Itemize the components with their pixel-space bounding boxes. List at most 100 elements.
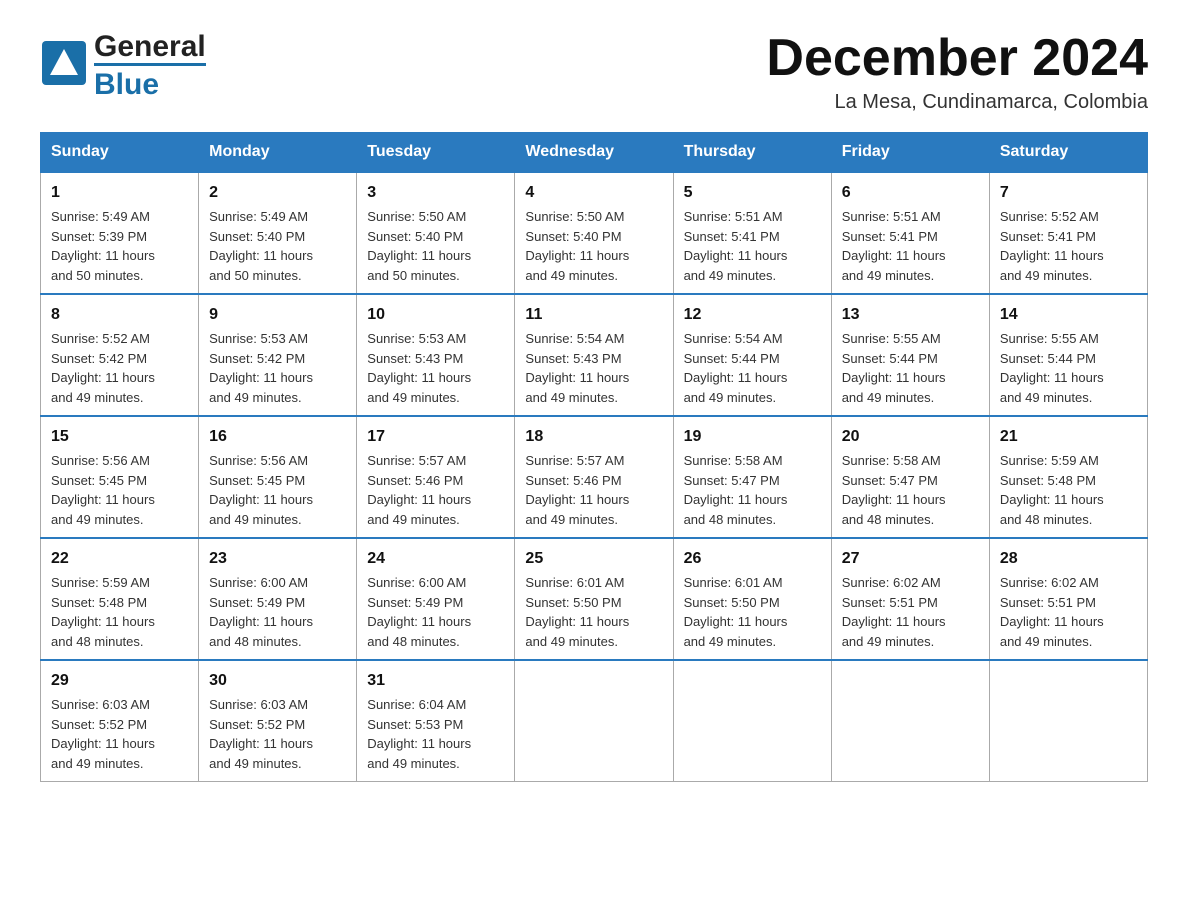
calendar-cell: 11Sunrise: 5:54 AM Sunset: 5:43 PM Dayli…: [515, 294, 673, 416]
calendar-cell: 26Sunrise: 6:01 AM Sunset: 5:50 PM Dayli…: [673, 538, 831, 660]
day-number: 27: [842, 547, 979, 571]
day-number: 17: [367, 425, 504, 449]
day-number: 23: [209, 547, 346, 571]
calendar-cell: 20Sunrise: 5:58 AM Sunset: 5:47 PM Dayli…: [831, 416, 989, 538]
weekday-header-row: SundayMondayTuesdayWednesdayThursdayFrid…: [41, 133, 1148, 173]
day-info: Sunrise: 5:57 AM Sunset: 5:46 PM Dayligh…: [525, 451, 662, 529]
day-number: 5: [684, 181, 821, 205]
calendar-cell: 1Sunrise: 5:49 AM Sunset: 5:39 PM Daylig…: [41, 172, 199, 294]
calendar-week-row: 29Sunrise: 6:03 AM Sunset: 5:52 PM Dayli…: [41, 660, 1148, 782]
calendar-cell: 9Sunrise: 5:53 AM Sunset: 5:42 PM Daylig…: [199, 294, 357, 416]
day-number: 25: [525, 547, 662, 571]
calendar-cell: 5Sunrise: 5:51 AM Sunset: 5:41 PM Daylig…: [673, 172, 831, 294]
day-number: 12: [684, 303, 821, 327]
calendar-cell: 6Sunrise: 5:51 AM Sunset: 5:41 PM Daylig…: [831, 172, 989, 294]
month-title: December 2024: [766, 30, 1148, 87]
day-info: Sunrise: 5:56 AM Sunset: 5:45 PM Dayligh…: [209, 451, 346, 529]
calendar-cell: 31Sunrise: 6:04 AM Sunset: 5:53 PM Dayli…: [357, 660, 515, 782]
day-number: 7: [1000, 181, 1137, 205]
day-number: 24: [367, 547, 504, 571]
day-number: 28: [1000, 547, 1137, 571]
calendar-cell: [989, 660, 1147, 782]
weekday-header-wednesday: Wednesday: [515, 133, 673, 173]
day-info: Sunrise: 5:54 AM Sunset: 5:43 PM Dayligh…: [525, 329, 662, 407]
day-number: 15: [51, 425, 188, 449]
day-info: Sunrise: 5:58 AM Sunset: 5:47 PM Dayligh…: [684, 451, 821, 529]
day-number: 20: [842, 425, 979, 449]
calendar-cell: [673, 660, 831, 782]
calendar-cell: 2Sunrise: 5:49 AM Sunset: 5:40 PM Daylig…: [199, 172, 357, 294]
weekday-header-saturday: Saturday: [989, 133, 1147, 173]
weekday-header-monday: Monday: [199, 133, 357, 173]
day-number: 4: [525, 181, 662, 205]
day-info: Sunrise: 6:02 AM Sunset: 5:51 PM Dayligh…: [1000, 573, 1137, 651]
day-info: Sunrise: 5:49 AM Sunset: 5:39 PM Dayligh…: [51, 207, 188, 285]
day-info: Sunrise: 5:50 AM Sunset: 5:40 PM Dayligh…: [525, 207, 662, 285]
calendar-cell: 13Sunrise: 5:55 AM Sunset: 5:44 PM Dayli…: [831, 294, 989, 416]
day-info: Sunrise: 5:59 AM Sunset: 5:48 PM Dayligh…: [1000, 451, 1137, 529]
day-info: Sunrise: 5:57 AM Sunset: 5:46 PM Dayligh…: [367, 451, 504, 529]
calendar-cell: 10Sunrise: 5:53 AM Sunset: 5:43 PM Dayli…: [357, 294, 515, 416]
calendar-cell: [831, 660, 989, 782]
calendar-cell: [515, 660, 673, 782]
day-number: 11: [525, 303, 662, 327]
calendar-cell: 4Sunrise: 5:50 AM Sunset: 5:40 PM Daylig…: [515, 172, 673, 294]
day-info: Sunrise: 5:55 AM Sunset: 5:44 PM Dayligh…: [842, 329, 979, 407]
location-title: La Mesa, Cundinamarca, Colombia: [766, 91, 1148, 114]
calendar-cell: 14Sunrise: 5:55 AM Sunset: 5:44 PM Dayli…: [989, 294, 1147, 416]
day-number: 3: [367, 181, 504, 205]
day-number: 19: [684, 425, 821, 449]
calendar-table: SundayMondayTuesdayWednesdayThursdayFrid…: [40, 132, 1148, 782]
calendar-cell: 29Sunrise: 6:03 AM Sunset: 5:52 PM Dayli…: [41, 660, 199, 782]
title-section: December 2024 La Mesa, Cundinamarca, Col…: [766, 30, 1148, 114]
logo-icon: [40, 39, 88, 87]
day-info: Sunrise: 6:00 AM Sunset: 5:49 PM Dayligh…: [209, 573, 346, 651]
day-number: 1: [51, 181, 188, 205]
calendar-cell: 24Sunrise: 6:00 AM Sunset: 5:49 PM Dayli…: [357, 538, 515, 660]
day-number: 8: [51, 303, 188, 327]
day-number: 22: [51, 547, 188, 571]
day-info: Sunrise: 5:52 AM Sunset: 5:41 PM Dayligh…: [1000, 207, 1137, 285]
calendar-cell: 16Sunrise: 5:56 AM Sunset: 5:45 PM Dayli…: [199, 416, 357, 538]
day-info: Sunrise: 5:59 AM Sunset: 5:48 PM Dayligh…: [51, 573, 188, 651]
calendar-cell: 21Sunrise: 5:59 AM Sunset: 5:48 PM Dayli…: [989, 416, 1147, 538]
day-info: Sunrise: 5:54 AM Sunset: 5:44 PM Dayligh…: [684, 329, 821, 407]
logo: General Blue: [40, 30, 206, 101]
calendar-week-row: 22Sunrise: 5:59 AM Sunset: 5:48 PM Dayli…: [41, 538, 1148, 660]
weekday-header-tuesday: Tuesday: [357, 133, 515, 173]
weekday-header-sunday: Sunday: [41, 133, 199, 173]
day-info: Sunrise: 6:01 AM Sunset: 5:50 PM Dayligh…: [525, 573, 662, 651]
calendar-cell: 25Sunrise: 6:01 AM Sunset: 5:50 PM Dayli…: [515, 538, 673, 660]
logo-blue-text: Blue: [94, 63, 206, 101]
calendar-cell: 27Sunrise: 6:02 AM Sunset: 5:51 PM Dayli…: [831, 538, 989, 660]
day-info: Sunrise: 6:03 AM Sunset: 5:52 PM Dayligh…: [209, 695, 346, 773]
day-number: 31: [367, 669, 504, 693]
calendar-cell: 15Sunrise: 5:56 AM Sunset: 5:45 PM Dayli…: [41, 416, 199, 538]
day-number: 30: [209, 669, 346, 693]
calendar-cell: 23Sunrise: 6:00 AM Sunset: 5:49 PM Dayli…: [199, 538, 357, 660]
day-number: 26: [684, 547, 821, 571]
calendar-cell: 7Sunrise: 5:52 AM Sunset: 5:41 PM Daylig…: [989, 172, 1147, 294]
calendar-cell: 8Sunrise: 5:52 AM Sunset: 5:42 PM Daylig…: [41, 294, 199, 416]
day-number: 18: [525, 425, 662, 449]
day-info: Sunrise: 5:51 AM Sunset: 5:41 PM Dayligh…: [684, 207, 821, 285]
day-info: Sunrise: 5:55 AM Sunset: 5:44 PM Dayligh…: [1000, 329, 1137, 407]
weekday-header-friday: Friday: [831, 133, 989, 173]
day-info: Sunrise: 6:00 AM Sunset: 5:49 PM Dayligh…: [367, 573, 504, 651]
day-info: Sunrise: 5:56 AM Sunset: 5:45 PM Dayligh…: [51, 451, 188, 529]
day-number: 14: [1000, 303, 1137, 327]
day-info: Sunrise: 6:01 AM Sunset: 5:50 PM Dayligh…: [684, 573, 821, 651]
day-number: 16: [209, 425, 346, 449]
day-info: Sunrise: 5:52 AM Sunset: 5:42 PM Dayligh…: [51, 329, 188, 407]
logo-general-text: General: [94, 30, 206, 63]
day-number: 13: [842, 303, 979, 327]
day-info: Sunrise: 5:49 AM Sunset: 5:40 PM Dayligh…: [209, 207, 346, 285]
calendar-cell: 19Sunrise: 5:58 AM Sunset: 5:47 PM Dayli…: [673, 416, 831, 538]
day-info: Sunrise: 6:03 AM Sunset: 5:52 PM Dayligh…: [51, 695, 188, 773]
calendar-cell: 17Sunrise: 5:57 AM Sunset: 5:46 PM Dayli…: [357, 416, 515, 538]
calendar-cell: 22Sunrise: 5:59 AM Sunset: 5:48 PM Dayli…: [41, 538, 199, 660]
calendar-week-row: 1Sunrise: 5:49 AM Sunset: 5:39 PM Daylig…: [41, 172, 1148, 294]
day-info: Sunrise: 5:53 AM Sunset: 5:43 PM Dayligh…: [367, 329, 504, 407]
calendar-cell: 28Sunrise: 6:02 AM Sunset: 5:51 PM Dayli…: [989, 538, 1147, 660]
day-number: 21: [1000, 425, 1137, 449]
